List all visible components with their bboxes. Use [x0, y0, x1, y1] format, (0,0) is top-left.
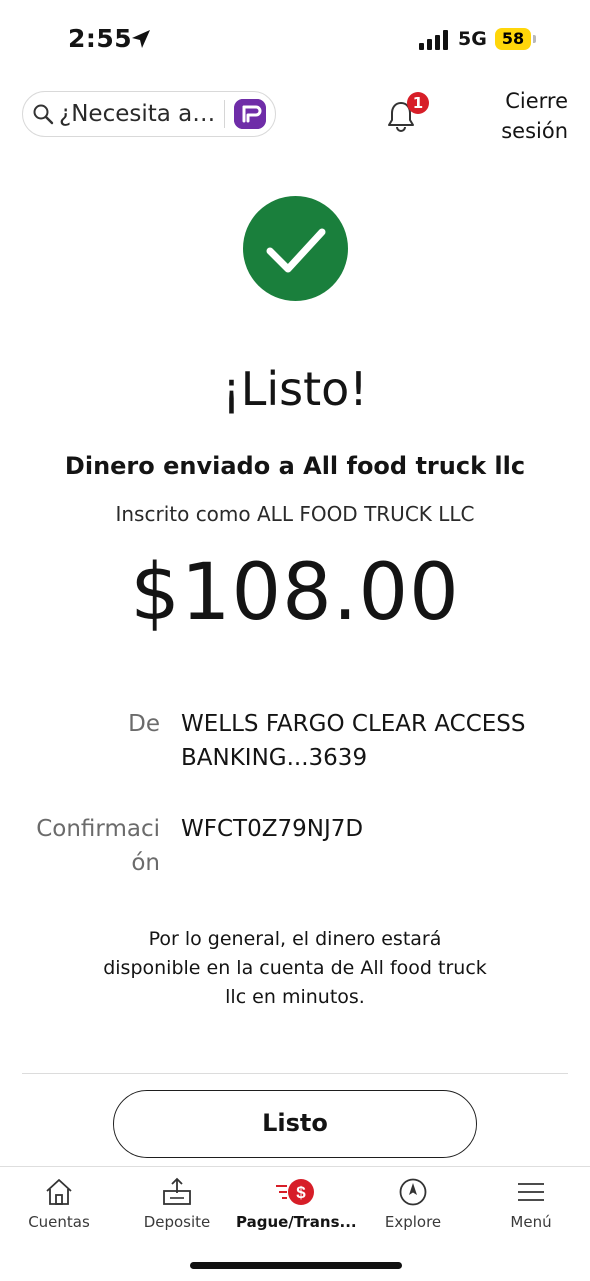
battery-level: 58	[501, 29, 525, 48]
done-button[interactable]: Listo	[113, 1090, 477, 1158]
signout-label-line1: Cierre	[505, 89, 568, 113]
home-icon	[46, 1179, 72, 1205]
enrolled-as-text: Inscrito como ALL FOOD TRUCK LLC	[115, 502, 475, 526]
location-arrow-icon	[132, 30, 150, 48]
confirmation-number: WFCT0Z79NJ7D	[181, 816, 364, 842]
deposit-icon	[163, 1177, 191, 1205]
search-placeholder: ¿Necesita a…	[59, 101, 216, 127]
tab-menu-label: Menú	[510, 1213, 552, 1231]
tab-deposit-label: Deposite	[143, 1213, 211, 1231]
availability-note-line2: disponible en la cuenta de All food truc…	[103, 957, 487, 979]
search-icon	[33, 104, 54, 125]
svg-text:$: $	[296, 1183, 306, 1202]
home-indicator[interactable]	[190, 1262, 402, 1269]
tab-deposit[interactable]: Deposite	[118, 1167, 236, 1247]
availability-note-line1: Por lo general, el dinero estará	[148, 928, 442, 950]
tab-accounts[interactable]: Cuentas	[0, 1167, 118, 1247]
tab-explore[interactable]: Explore	[354, 1167, 472, 1247]
confirmation-label: Confirmaci ón	[20, 812, 160, 880]
search-divider	[224, 100, 225, 128]
status-time: 2:55	[68, 24, 133, 53]
tab-pay-transfer[interactable]: $ Pague/Trans...	[236, 1167, 357, 1247]
from-account-line2: BANKING...3639	[181, 745, 368, 771]
notification-badge: 1	[407, 92, 429, 114]
tab-accounts-label: Cuentas	[28, 1213, 90, 1231]
divider	[22, 1073, 568, 1074]
cellular-signal-icon	[419, 30, 448, 50]
availability-note: Por lo general, el dinero estará disponi…	[80, 925, 510, 1012]
page-title: ¡Listo!	[222, 362, 368, 416]
battery-icon: 58	[495, 26, 537, 52]
network-type: 5G	[458, 28, 487, 50]
tab-menu[interactable]: Menú	[472, 1167, 590, 1247]
from-label: De	[128, 711, 160, 737]
confirmation-subtitle: Dinero enviado a All food truck llc	[64, 452, 526, 480]
tab-pay-transfer-label: Pague/Trans...	[236, 1213, 357, 1231]
check-circle-icon	[243, 196, 348, 301]
signout-link[interactable]: Cierre sesión	[488, 86, 568, 146]
menu-icon	[518, 1183, 544, 1201]
confirmation-label-line1: Confirmaci	[36, 816, 160, 842]
from-account-value: WELLS FARGO CLEAR ACCESS BANKING...3639	[181, 707, 576, 775]
transfer-amount: $108.00	[130, 548, 460, 638]
availability-note-line3: llc en minutos.	[225, 986, 365, 1008]
search-field[interactable]: ¿Necesita a…	[22, 91, 276, 137]
fargo-assistant-icon[interactable]	[234, 99, 266, 129]
from-account-line1: WELLS FARGO CLEAR ACCESS	[181, 711, 526, 737]
tab-explore-label: Explore	[384, 1213, 442, 1231]
compass-icon	[399, 1178, 427, 1206]
signout-label-line2: sesión	[501, 119, 568, 143]
status-bar: 2:55 5G 58	[0, 0, 590, 80]
pay-transfer-icon: $	[276, 1179, 314, 1205]
confirmation-label-line2: ón	[131, 850, 160, 876]
